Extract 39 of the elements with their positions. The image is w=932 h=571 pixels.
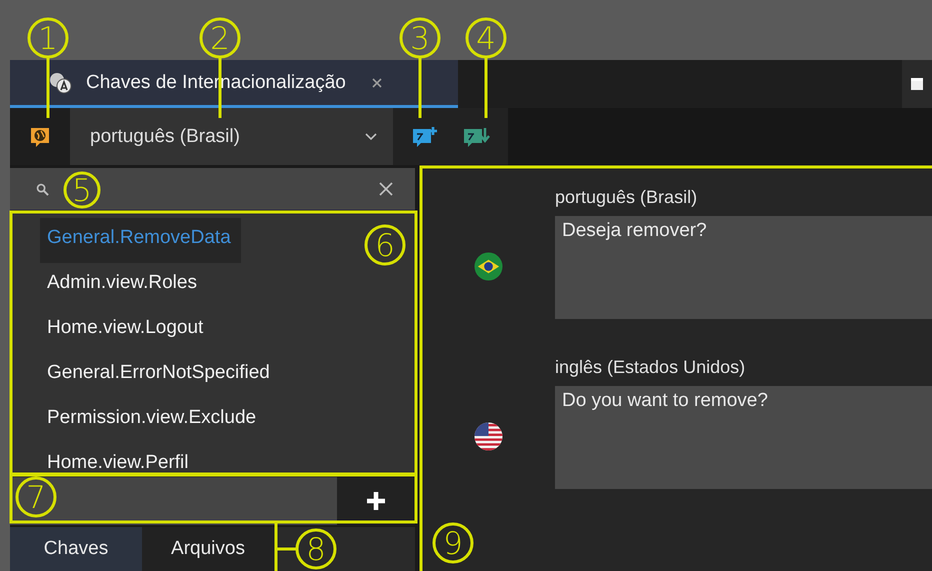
leader-line (484, 57, 488, 118)
bottom-tab[interactable]: Chaves (10, 527, 142, 571)
translate-icon (48, 70, 72, 94)
leader-line (46, 57, 50, 118)
callout-number: 1 (28, 18, 68, 58)
translation-field[interactable]: Deseja remover? (555, 216, 932, 319)
callout-number: 9 (432, 522, 474, 564)
leader-line (418, 57, 422, 118)
plus-icon (366, 491, 386, 511)
translation-field[interactable]: Do you want to remove? (555, 386, 932, 489)
maximize-icon[interactable] (910, 77, 924, 91)
callout-number: 4 (466, 18, 506, 58)
search-field[interactable] (10, 168, 415, 210)
flag-icon (474, 252, 502, 280)
language-label: inglês (Estados Unidos) (555, 357, 746, 378)
bottom-tab[interactable]: Arquivos (142, 527, 274, 571)
key-item[interactable]: Home.view.Logout (40, 308, 214, 353)
new-key-field[interactable] (10, 477, 337, 525)
callout-number: 2 (200, 18, 240, 58)
language-label: português (Brasil) (555, 187, 698, 208)
callout-number: 7 (16, 476, 56, 518)
add-button[interactable] (337, 477, 415, 525)
flag-icon (474, 422, 502, 450)
key-item[interactable]: Home.view.Perfil (40, 443, 198, 475)
add-translation-icon[interactable] (410, 124, 439, 148)
close-icon[interactable] (372, 78, 382, 88)
callout-number: 3 (400, 18, 440, 58)
callout-number: 8 (296, 528, 336, 570)
callout-number: 6 (364, 224, 406, 266)
chevron-down-icon (365, 132, 377, 140)
language-dropdown[interactable]: português (Brasil) (70, 108, 393, 165)
key-item[interactable]: Permission.view.Exclude (40, 398, 266, 443)
bracket-line (274, 522, 298, 571)
key-item[interactable]: General.RemoveData (40, 218, 241, 263)
clear-icon[interactable] (379, 182, 393, 196)
key-item[interactable]: General.ErrorNotSpecified (40, 353, 280, 398)
key-item[interactable]: Admin.view.Roles (40, 263, 207, 308)
callout-number: 5 (64, 172, 100, 209)
search-icon (36, 182, 49, 196)
